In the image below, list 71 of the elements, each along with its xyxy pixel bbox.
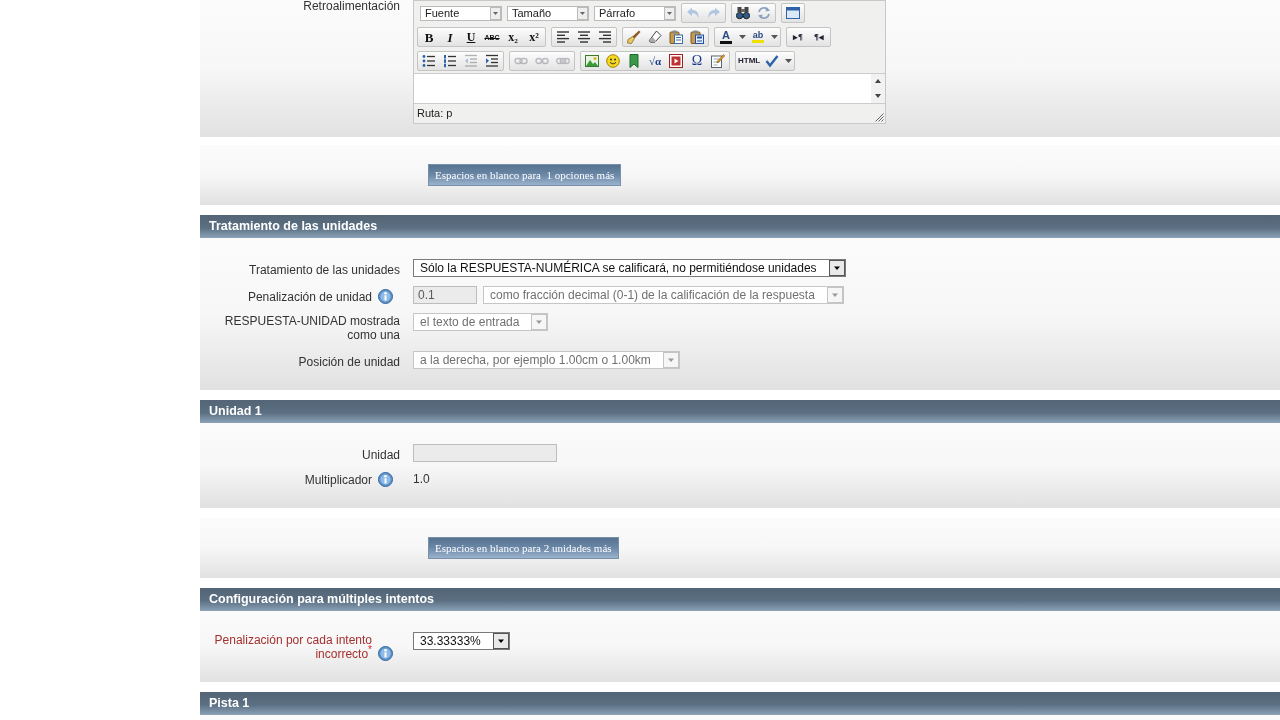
caret-icon bbox=[492, 633, 509, 649]
caret-icon bbox=[770, 35, 778, 39]
section-header: Unidad 1 bbox=[200, 400, 1280, 423]
toolbar-button[interactable] bbox=[733, 4, 753, 22]
select-dropdown[interactable]: Sólo la RESPUESTA-NUMÉRICA se calificará, no permitiéndose unidades bbox=[413, 259, 846, 277]
outdent-icon bbox=[464, 54, 478, 68]
field-label: RESPUESTA-UNIDAD mostrada como una bbox=[223, 314, 400, 342]
clipboard-icon bbox=[690, 30, 704, 44]
bullet-list-icon bbox=[422, 54, 436, 68]
field-label: Unidad bbox=[361, 448, 400, 462]
toolbar-button[interactable] bbox=[687, 28, 707, 46]
play-icon bbox=[669, 54, 683, 68]
align-center-icon bbox=[577, 30, 591, 44]
help-icon[interactable] bbox=[378, 646, 393, 661]
toolbar-button[interactable]: ▸¶ bbox=[788, 28, 808, 46]
toolbar-dropdown[interactable]: Fuente bbox=[420, 5, 502, 21]
toolbar-button[interactable]: A bbox=[716, 28, 736, 46]
toolbar-button[interactable] bbox=[603, 52, 623, 70]
toolbar-button[interactable]: x₂ bbox=[503, 28, 523, 46]
caret-icon bbox=[738, 35, 746, 39]
toolbar-button[interactable]: Ω bbox=[687, 52, 707, 70]
path-text: Ruta: p bbox=[417, 107, 453, 119]
window-icon bbox=[786, 6, 800, 20]
toolbar-dropdown[interactable]: Párrafo bbox=[594, 5, 676, 21]
brush-icon bbox=[627, 30, 641, 44]
toolbar-button[interactable]: x² bbox=[524, 28, 544, 46]
toolbar-button[interactable]: U bbox=[461, 28, 481, 46]
resize-grip-icon[interactable] bbox=[875, 113, 884, 122]
caret-icon bbox=[828, 260, 845, 276]
caret-icon bbox=[577, 6, 588, 20]
caret-icon bbox=[531, 314, 548, 330]
toolbar-button[interactable]: B bbox=[419, 28, 439, 46]
toolbar-button[interactable]: √α bbox=[645, 52, 665, 70]
field-label: Penalización de unidad bbox=[247, 290, 372, 304]
checkmark-icon bbox=[765, 54, 780, 68]
field-label: Multiplicador bbox=[304, 473, 372, 487]
caret-icon bbox=[662, 352, 679, 368]
field-label: Retroalimentación bbox=[303, 0, 400, 13]
section-header: Tratamiento de las unidades bbox=[200, 215, 1280, 238]
select-dropdown[interactable]: 33.33333% bbox=[413, 632, 510, 650]
edit-icon bbox=[711, 54, 725, 68]
toolbar-button[interactable]: ¶◂ bbox=[809, 28, 829, 46]
toolbar-button[interactable]: HTML bbox=[737, 52, 762, 70]
field-label: Penalización por cada intento incorrecto$^{*}$ bbox=[213, 633, 372, 661]
numbered-list-icon bbox=[443, 54, 457, 68]
field-value: 1.0 bbox=[413, 471, 430, 486]
toolbar-button[interactable]: ab bbox=[748, 28, 768, 46]
help-icon[interactable] bbox=[378, 472, 393, 487]
toolbar-dropdown[interactable]: Tamaño bbox=[507, 5, 589, 21]
align-left-icon bbox=[556, 30, 570, 44]
caret-icon bbox=[664, 6, 675, 20]
smiley-icon bbox=[606, 54, 620, 68]
field-label: Posición de unidad bbox=[298, 355, 400, 369]
indent-icon bbox=[485, 54, 499, 68]
scrollbar[interactable] bbox=[871, 74, 885, 103]
binoculars-icon bbox=[736, 6, 750, 20]
bookmark-icon bbox=[627, 54, 641, 68]
field-label: Tratamiento de las unidades bbox=[249, 263, 400, 277]
toolbar-button[interactable]: I bbox=[440, 28, 460, 46]
swap-arrows-icon bbox=[757, 6, 771, 20]
caret-icon bbox=[784, 59, 792, 63]
section-header: Configuración para múltiples intentos bbox=[200, 588, 1280, 611]
toolbar-button[interactable] bbox=[708, 52, 728, 70]
toolbar-button[interactable] bbox=[666, 52, 686, 70]
eraser-icon bbox=[648, 30, 662, 44]
align-right-icon bbox=[598, 30, 612, 44]
section-header: Pista 1 bbox=[200, 692, 1280, 715]
clipboard-icon bbox=[669, 30, 683, 44]
caret-icon bbox=[490, 6, 501, 20]
caret-icon bbox=[826, 287, 843, 303]
image-icon bbox=[585, 54, 599, 68]
